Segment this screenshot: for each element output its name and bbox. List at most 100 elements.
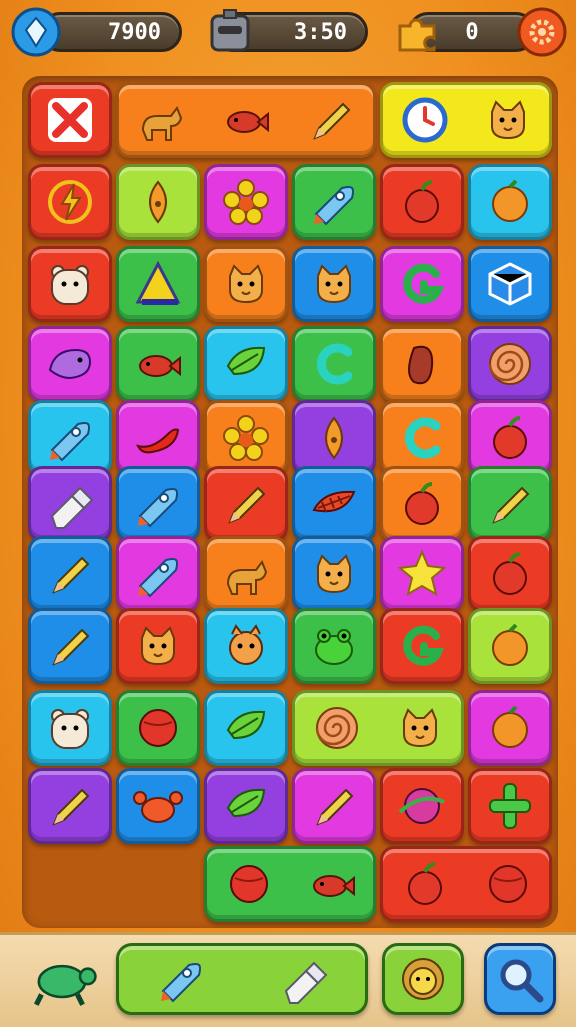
tile-r10c6[interactable]: [468, 768, 552, 844]
tile-r4c5[interactable]: [380, 326, 464, 402]
clock-cat-tile[interactable]: [380, 82, 552, 158]
settings-gear-icon[interactable]: [516, 6, 568, 58]
tile-r8c5[interactable]: [380, 608, 464, 684]
tile-r10c5[interactable]: [380, 768, 464, 844]
frog-icon: [315, 629, 353, 665]
tile-r2c2[interactable]: [116, 164, 200, 240]
close-tile[interactable]: [28, 82, 112, 158]
tile-r3c3[interactable]: [204, 246, 288, 322]
pencil-icon: [312, 102, 351, 140]
tile-r9c2[interactable]: [116, 690, 200, 766]
tile-r4c6[interactable]: [468, 326, 552, 402]
tile-r7c4[interactable]: [292, 536, 376, 612]
tile-r2c4[interactable]: [292, 164, 376, 240]
apple-icon: [493, 552, 527, 595]
rocket-icon: [138, 558, 178, 598]
planet-icon: [398, 788, 445, 824]
tile-r4c2[interactable]: [116, 326, 200, 402]
tile-r8c4[interactable]: [292, 608, 376, 684]
tile-r7c2[interactable]: [116, 536, 200, 612]
lion-button[interactable]: [382, 943, 464, 1015]
tile-r2c6[interactable]: [468, 164, 552, 240]
tile-r2c5[interactable]: [380, 164, 464, 240]
tile-r6c6[interactable]: [468, 466, 552, 542]
tile-r5c6[interactable]: [468, 400, 552, 476]
tile-r11c56[interactable]: [380, 846, 552, 922]
turtle-icon: [33, 964, 97, 1006]
tile-r8c6[interactable]: [468, 608, 552, 684]
tile-r7c1[interactable]: [28, 536, 112, 612]
spiral-icon: [315, 707, 358, 749]
tile-r6c1[interactable]: [28, 466, 112, 542]
cat-icon: [402, 708, 437, 748]
apple-icon: [405, 180, 439, 223]
turtle-button[interactable]: [20, 943, 104, 1015]
tile-r6c5[interactable]: [380, 466, 464, 542]
letter-g-icon: [403, 263, 445, 304]
tile-r10c3[interactable]: [204, 768, 288, 844]
gem-icon: [11, 7, 61, 57]
rocket-eraser-button[interactable]: [116, 943, 368, 1015]
apple-icon: [405, 482, 439, 525]
tile-r7c3[interactable]: [204, 536, 288, 612]
cat-icon: [317, 554, 351, 594]
tile-r5c3[interactable]: [204, 400, 288, 476]
chili-icon: [136, 428, 180, 454]
tile-r3c4[interactable]: [292, 246, 376, 322]
tile-r8c3[interactable]: [204, 608, 288, 684]
tile-r3c6[interactable]: [468, 246, 552, 322]
stars-value: 0: [465, 19, 479, 45]
tile-r3c5[interactable]: [380, 246, 464, 322]
bolt-icon: [48, 180, 92, 224]
cat-icon: [141, 626, 175, 666]
fish-icon: [139, 355, 181, 377]
tile-r5c5[interactable]: [380, 400, 464, 476]
squirrel-icon: [229, 624, 263, 665]
orange-fruit-icon: [492, 705, 528, 748]
tile-r6c4[interactable]: [292, 466, 376, 542]
tile-r3c1[interactable]: [28, 246, 112, 322]
tile-r10c2[interactable]: [116, 768, 200, 844]
cat-icon: [490, 100, 525, 140]
tile-r11c34[interactable]: [204, 846, 376, 922]
tile-r2c3[interactable]: [204, 164, 288, 240]
cat-icon: [317, 264, 351, 304]
tile-r4c3[interactable]: [204, 326, 288, 402]
rocket-icon: [314, 186, 354, 226]
flower-icon: [223, 179, 269, 225]
tile-r6c3[interactable]: [204, 466, 288, 542]
tile-r9c6[interactable]: [468, 690, 552, 766]
close-icon: [48, 98, 92, 142]
tile-r7c6[interactable]: [468, 536, 552, 612]
tile-r8c2[interactable]: [116, 608, 200, 684]
tile-r5c1[interactable]: [28, 400, 112, 476]
tile-r5c4[interactable]: [292, 400, 376, 476]
puzzle-piece-icon: [398, 18, 436, 52]
bear-icon: [51, 265, 89, 305]
fish-icon: [226, 111, 269, 133]
leaf-icon: [226, 710, 266, 740]
dog-fish-pencil-tile[interactable]: [116, 82, 376, 158]
tile-r9c3[interactable]: [204, 690, 288, 766]
eraser-icon: [50, 486, 94, 529]
tile-r5c2[interactable]: [116, 400, 200, 476]
pencil-icon: [316, 788, 354, 826]
tile-r10c4[interactable]: [292, 768, 376, 844]
cat-icon: [229, 264, 263, 304]
tile-r4c4[interactable]: [292, 326, 376, 402]
tile-r7c5[interactable]: [380, 536, 464, 612]
tile-r9c45[interactable]: [292, 690, 464, 766]
ball-icon: [229, 865, 268, 903]
tile-r2c1[interactable]: [28, 164, 112, 240]
cube-icon: [488, 262, 532, 306]
tile-r10c1[interactable]: [28, 768, 112, 844]
tile-r8c1[interactable]: [28, 608, 112, 684]
tile-r9c1[interactable]: [28, 690, 112, 766]
tile-r4c1[interactable]: [28, 326, 112, 402]
search-button[interactable]: [484, 943, 556, 1015]
tile-r3c2[interactable]: [116, 246, 200, 322]
leaf-icon: [226, 346, 266, 376]
tile-r6c2[interactable]: [116, 466, 200, 542]
search-icon: [500, 959, 544, 1003]
pencil-icon: [492, 486, 530, 524]
